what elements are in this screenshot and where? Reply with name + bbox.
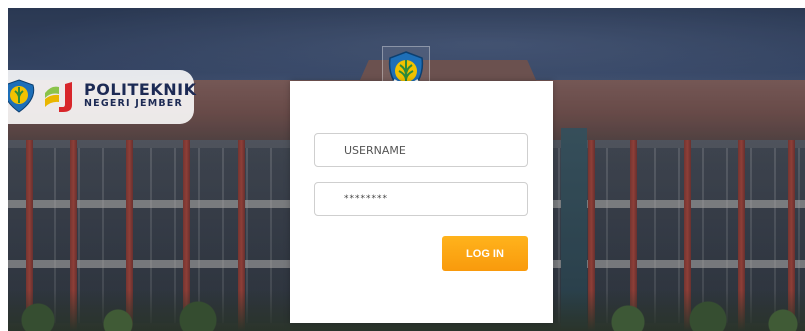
polije-logo-mark-icon	[45, 82, 72, 112]
brand-subtitle: NEGERI JEMBER	[84, 98, 184, 109]
polije-emblem-icon	[8, 79, 38, 113]
username-input[interactable]	[314, 133, 528, 167]
password-input[interactable]	[314, 182, 528, 216]
login-button[interactable]: LOG IN	[442, 236, 528, 271]
brand-logo: POLITEKNIK NEGERI JEMBER	[8, 70, 197, 124]
brand-title: POLITEKNIK	[84, 80, 197, 99]
login-card: LOG IN	[290, 81, 553, 323]
